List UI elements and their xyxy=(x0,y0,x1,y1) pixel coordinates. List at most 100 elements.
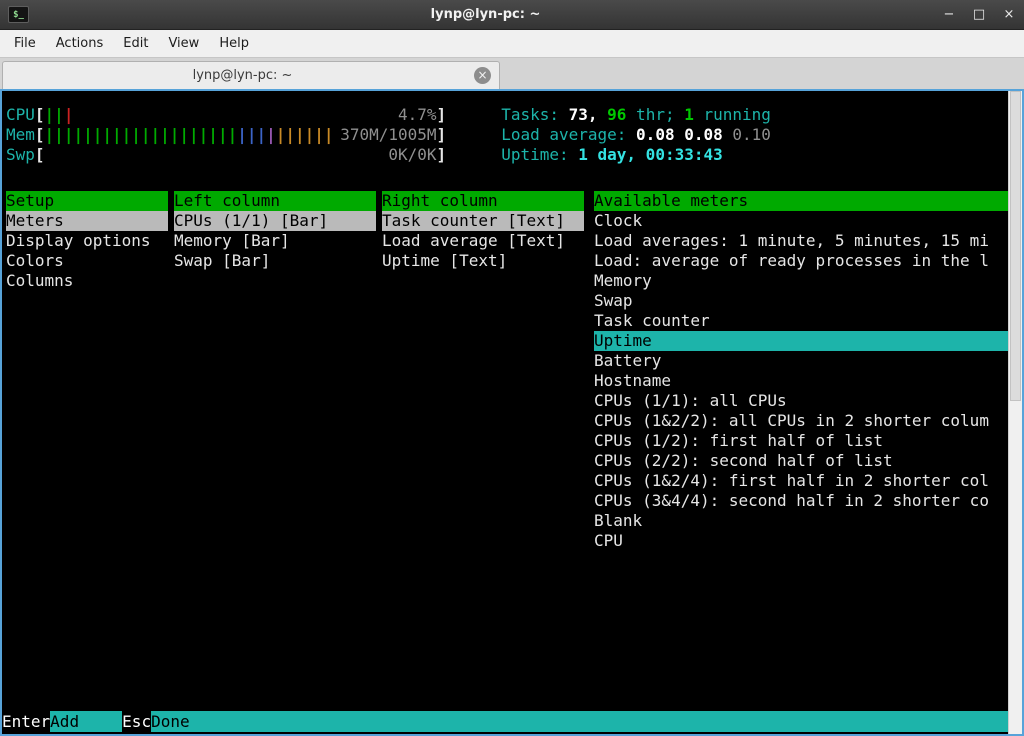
cpu-open-bracket: [ xyxy=(35,105,45,125)
panel-item[interactable]: Clock xyxy=(594,211,1008,231)
swp-close-bracket: ] xyxy=(437,145,447,165)
menu-item-file[interactable]: File xyxy=(4,32,46,55)
panel-item[interactable]: Swap xyxy=(594,291,1008,311)
tasks-running-label: running xyxy=(694,105,771,125)
panels: SetupMetersDisplay optionsColorsColumnsL… xyxy=(6,191,1008,551)
menu-item-actions[interactable]: Actions xyxy=(46,32,114,55)
load-average-1min: 0.08 xyxy=(636,125,684,145)
panel-right-column: Right columnTask counter [Text]Load aver… xyxy=(382,191,584,271)
tab-terminal[interactable]: lynp@lyn-pc: ~ × xyxy=(2,61,500,89)
tab-close-icon[interactable]: × xyxy=(474,67,491,84)
load-average-line: Load average: 0.08 0.08 0.10 xyxy=(501,125,771,145)
swp-meter-value: 0K/0K xyxy=(388,145,436,165)
titlebar: $_ lynp@lyn-pc: ~ − □ × xyxy=(0,0,1024,30)
mem-meter: Mem [ |||||||||||||||||||||||||||||| 370… xyxy=(6,125,446,145)
panel-item[interactable]: Display options xyxy=(6,231,168,251)
panel-header: Available meters xyxy=(594,191,1008,211)
tasks-running-count: 1 xyxy=(684,105,694,125)
tab-label: lynp@lyn-pc: ~ xyxy=(11,68,474,83)
cpu-meter: CPU [ ||| 4.7% ] xyxy=(6,105,446,125)
window-controls: − □ × xyxy=(942,7,1016,22)
function-bar: EnterAddEscDone xyxy=(2,711,1008,732)
panel-item[interactable]: Load average [Text] xyxy=(382,231,584,251)
panel-item[interactable]: Columns xyxy=(6,271,168,291)
panel-item[interactable]: CPUs (1&2/2): all CPUs in 2 shorter colu… xyxy=(594,411,1008,431)
swp-open-bracket: [ xyxy=(35,145,45,165)
load-average-label: Load average: xyxy=(501,125,636,145)
panel-setup: SetupMetersDisplay optionsColorsColumns xyxy=(6,191,168,291)
tasks-thread-count: 96 xyxy=(607,105,626,125)
terminal-screen[interactable]: CPU [ ||| 4.7% ] Tasks: 73, 96 thr; 1 ru… xyxy=(2,91,1008,734)
mem-close-bracket: ] xyxy=(437,125,447,145)
mem-meter-bar: |||||||||||||||||||||||||||||| 370M/1005… xyxy=(45,125,437,145)
cpu-meter-bar: ||| 4.7% xyxy=(45,105,437,125)
tasks-line: Tasks: 73, 96 thr; 1 running xyxy=(501,105,771,125)
panel-item[interactable]: Meters xyxy=(6,211,168,231)
tasks-label: Tasks: xyxy=(501,105,568,125)
scrollbar-thumb[interactable] xyxy=(1010,91,1021,401)
uptime-line: Uptime: 1 day, 00:33:43 xyxy=(501,145,723,165)
swp-row: Swp [ 0K/0K ] Uptime: 1 day, 00:33:43 xyxy=(6,145,1008,165)
menu-item-view[interactable]: View xyxy=(158,32,209,55)
cpu-meter-label: CPU xyxy=(6,105,35,125)
menubar: FileActionsEditViewHelp xyxy=(0,30,1024,58)
cpu-meter-value: 4.7% xyxy=(398,105,437,125)
cpu-close-bracket: ] xyxy=(437,105,447,125)
footer-action-done[interactable]: Done xyxy=(151,711,1008,732)
panel-left-column: Left columnCPUs (1/1) [Bar]Memory [Bar]S… xyxy=(174,191,376,271)
mem-meter-label: Mem xyxy=(6,125,35,145)
load-average-15min: 0.10 xyxy=(732,125,771,145)
tasks-thr-label: thr; xyxy=(626,105,684,125)
swp-meter: Swp [ 0K/0K ] xyxy=(6,145,446,165)
panel-item[interactable]: CPUs (1/1) [Bar] xyxy=(174,211,376,231)
uptime-value: 1 day, 00:33:43 xyxy=(578,145,723,165)
mem-meter-value: 370M/1005M xyxy=(340,125,436,145)
tasks-count: 73, xyxy=(569,105,608,125)
mem-open-bracket: [ xyxy=(35,125,45,145)
panel-item[interactable]: Colors xyxy=(6,251,168,271)
panel-item[interactable]: CPUs (2/2): second half of list xyxy=(594,451,1008,471)
footer-action-add[interactable]: Add xyxy=(50,711,122,732)
panel-item[interactable]: Swap [Bar] xyxy=(174,251,376,271)
panel-item[interactable]: Memory xyxy=(594,271,1008,291)
uptime-label: Uptime: xyxy=(501,145,578,165)
terminal-icon: $_ xyxy=(8,6,29,23)
mem-meter-bars: |||||||||||||||||||||||||||||| xyxy=(45,125,334,145)
panel-item[interactable]: CPUs (3&4/4): second half in 2 shorter c… xyxy=(594,491,1008,511)
panel-item[interactable]: Task counter [Text] xyxy=(382,211,584,231)
panel-item[interactable]: Battery xyxy=(594,351,1008,371)
close-button[interactable]: × xyxy=(1002,7,1016,22)
footer-key-esc[interactable]: Esc xyxy=(122,711,151,732)
panel-item[interactable]: CPU xyxy=(594,531,1008,551)
panel-item[interactable]: Task counter xyxy=(594,311,1008,331)
mem-row: Mem [ |||||||||||||||||||||||||||||| 370… xyxy=(6,125,1008,145)
window-title: lynp@lyn-pc: ~ xyxy=(37,7,934,22)
load-average-5min: 0.08 xyxy=(684,125,732,145)
panel-item[interactable]: CPUs (1/2): first half of list xyxy=(594,431,1008,451)
tabbar: lynp@lyn-pc: ~ × xyxy=(0,58,1024,89)
panel-item[interactable]: CPUs (1&2/4): first half in 2 shorter co… xyxy=(594,471,1008,491)
menu-item-edit[interactable]: Edit xyxy=(113,32,158,55)
panel-header: Left column xyxy=(174,191,376,211)
panel-item[interactable]: Uptime xyxy=(594,331,1008,351)
cpu-row: CPU [ ||| 4.7% ] Tasks: 73, 96 thr; 1 ru… xyxy=(6,105,1008,125)
terminal-area: CPU [ ||| 4.7% ] Tasks: 73, 96 thr; 1 ru… xyxy=(0,89,1024,736)
maximize-button[interactable]: □ xyxy=(972,7,986,22)
panel-item[interactable]: Memory [Bar] xyxy=(174,231,376,251)
panel-available-meters: Available metersClockLoad averages: 1 mi… xyxy=(594,191,1008,551)
scrollbar[interactable] xyxy=(1008,91,1022,734)
panel-item[interactable]: Blank xyxy=(594,511,1008,531)
cpu-meter-bars: ||| xyxy=(45,105,74,125)
panel-item[interactable]: Load averages: 1 minute, 5 minutes, 15 m… xyxy=(594,231,1008,251)
terminal-window: $_ lynp@lyn-pc: ~ − □ × FileActionsEditV… xyxy=(0,0,1024,736)
panel-item[interactable]: Hostname xyxy=(594,371,1008,391)
minimize-button[interactable]: − xyxy=(942,7,956,22)
menu-item-help[interactable]: Help xyxy=(209,32,259,55)
panel-item[interactable]: Uptime [Text] xyxy=(382,251,584,271)
panel-header: Setup xyxy=(6,191,168,211)
swp-meter-bar: 0K/0K xyxy=(45,145,437,165)
panel-item[interactable]: CPUs (1/1): all CPUs xyxy=(594,391,1008,411)
footer-key-enter[interactable]: Enter xyxy=(2,711,50,732)
panel-item[interactable]: Load: average of ready processes in the … xyxy=(594,251,1008,271)
panel-header: Right column xyxy=(382,191,584,211)
